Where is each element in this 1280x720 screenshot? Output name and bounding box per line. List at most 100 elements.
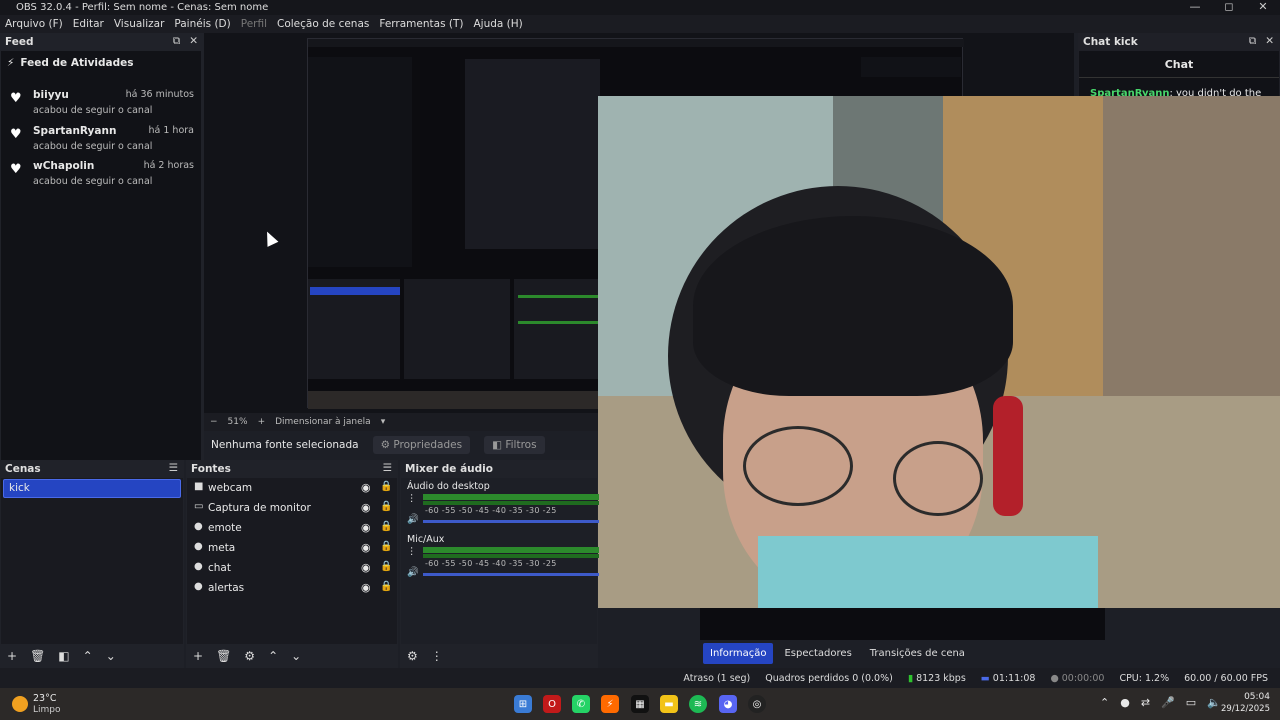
mixer-track-mic: Mic/Aux ⋮ -60 -55 -50 -45 -40 -35 -30 -2… (407, 534, 599, 578)
app-icon[interactable]: ⚡ (601, 695, 619, 713)
rec-time-value: 00:00:00 (1061, 672, 1105, 684)
obs-icon[interactable]: ◎ (748, 695, 766, 713)
weather-temp: 23°C (33, 693, 57, 704)
eye-icon[interactable]: ◉ (361, 501, 371, 514)
scene-item-kick[interactable]: kick (3, 479, 181, 498)
add-scene-button[interactable]: + (7, 649, 17, 663)
move-up-button[interactable]: ⌃ (83, 649, 93, 663)
speaker-icon[interactable]: 🔊 (407, 567, 419, 578)
more-icon[interactable]: ⋮ (431, 649, 443, 663)
add-source-button[interactable]: + (193, 649, 203, 663)
volume-meter (423, 554, 599, 558)
sources-dock: Fontes ☰ ■ webcam ◉ 🔒 ▭ Captura de monitor ◉ 🔒… (186, 460, 398, 668)
lock-icon[interactable]: 🔒 (380, 541, 392, 552)
volume-meter (423, 494, 599, 500)
source-item-monitor[interactable]: ▭ Captura de monitor ◉ 🔒 (194, 500, 394, 519)
eye-icon[interactable]: ◉ (361, 561, 371, 574)
scenes-dock: Cenas ☰ kick + 🗑 ◧ ⌃ ⌄ (0, 460, 184, 668)
menu-arquivo[interactable]: Arquivo (F) (0, 18, 68, 30)
chevron-up-icon[interactable]: ⌃ (1100, 696, 1109, 709)
menu-visualizar[interactable]: Visualizar (109, 18, 170, 30)
network-icon[interactable]: ⇄ (1141, 696, 1150, 709)
source-item-webcam[interactable]: ■ webcam ◉ 🔒 (194, 480, 394, 499)
zoom-in-button[interactable]: + (258, 417, 266, 427)
heart-icon: ♥ (10, 91, 22, 106)
display-icon[interactable]: ▭ (1186, 696, 1196, 709)
feed-heading: ⚡ Feed de Atividades (7, 57, 134, 69)
start-icon[interactable]: ⊞ (514, 695, 532, 713)
tab-informacao[interactable]: Informação (703, 642, 774, 664)
feed-time: há 36 minutos (125, 89, 194, 100)
menu-editar[interactable]: Editar (68, 18, 109, 30)
rec-icon: ● (1050, 672, 1062, 684)
zoom-out-button[interactable]: − (210, 417, 218, 427)
close-icon[interactable]: ✕ (189, 35, 198, 48)
float-icon[interactable]: ⧉ (1249, 35, 1257, 48)
trash-icon[interactable]: 🗑 (30, 649, 45, 663)
move-down-button[interactable]: ⌄ (106, 649, 116, 663)
menu-icon[interactable]: ☰ (169, 462, 178, 474)
volume-slider[interactable] (423, 520, 599, 523)
lock-icon[interactable]: 🔒 (380, 481, 392, 492)
meter-scale: -60 -55 -50 -45 -40 -35 -30 -25 (425, 506, 557, 515)
gear-icon[interactable]: ⚙ (244, 649, 255, 663)
chevron-down-icon[interactable]: ▾ (381, 417, 386, 427)
move-down-button[interactable]: ⌄ (291, 649, 301, 663)
opera-icon[interactable]: O (543, 695, 561, 713)
rec-time: ● 00:00:00 (1050, 673, 1104, 684)
mixer-settings-icon[interactable]: ⚙ (407, 649, 418, 663)
lock-icon[interactable]: 🔒 (380, 521, 392, 532)
lock-icon[interactable]: 🔒 (380, 501, 392, 512)
tab-espectadores[interactable]: Espectadores (777, 643, 858, 664)
whatsapp-icon[interactable]: ✆ (572, 695, 590, 713)
lock-icon[interactable]: 🔒 (380, 561, 392, 572)
eye-icon[interactable]: ◉ (361, 541, 371, 554)
clock-time[interactable]: 05:04 (1222, 692, 1270, 702)
discord-icon[interactable]: ◕ (719, 695, 737, 713)
speaker-icon[interactable]: 🔊 (407, 514, 419, 525)
volume-slider[interactable] (423, 573, 599, 576)
scene-filters-icon[interactable]: ◧ (58, 649, 69, 663)
source-item-emote[interactable]: ● emote ◉ 🔒 (194, 520, 394, 539)
folder-icon[interactable]: ▬ (660, 695, 678, 713)
properties-button[interactable]: ⚙ Propriedades (372, 436, 471, 454)
menu-paineis[interactable]: Painéis (D) (169, 18, 235, 30)
source-item-meta[interactable]: ● meta ◉ 🔒 (194, 540, 394, 559)
more-icon[interactable]: ⋮ (407, 546, 417, 557)
scenes-title: Cenas (5, 463, 41, 475)
clock-date[interactable]: 29/12/2025 (1212, 704, 1270, 714)
more-icon[interactable]: ⋮ (407, 493, 417, 504)
minimize-button[interactable]: — (1178, 0, 1212, 13)
feed-action: acabou de seguir o canal (33, 176, 153, 187)
maximize-button[interactable]: ◻ (1212, 0, 1246, 13)
trash-icon[interactable]: 🗑 (216, 649, 231, 663)
taskbar: 23°C Limpo ⊞ O ✆ ⚡ ▦ ▬ ≋ ◕ ◎ ⌃ ● ⇄ 🎤 ▭ 🔈… (0, 688, 1280, 720)
mixer-title: Mixer de áudio (405, 463, 493, 475)
menu-colecao[interactable]: Coleção de cenas (272, 18, 374, 30)
eye-icon[interactable]: ◉ (361, 481, 371, 494)
source-item-chat[interactable]: ● chat ◉ 🔒 (194, 560, 394, 579)
close-button[interactable]: ✕ (1246, 0, 1280, 13)
mic-icon[interactable]: 🎤 (1161, 696, 1175, 709)
lock-icon[interactable]: 🔒 (380, 581, 392, 592)
live-time: ▬ 01:11:08 (981, 673, 1036, 684)
app-icon[interactable]: ▦ (631, 695, 649, 713)
eye-icon[interactable]: ◉ (361, 521, 371, 534)
eye-icon[interactable]: ◉ (361, 581, 371, 594)
status-bar: Atraso (1 seg) Quadros perdidos 0 (0.0%)… (0, 668, 1280, 688)
spotify-icon[interactable]: ≋ (689, 695, 707, 713)
menu-ajuda[interactable]: Ajuda (H) (468, 18, 527, 30)
delay-status: Atraso (1 seg) (683, 672, 751, 684)
title-bar: OBS 32.0.4 - Perfil: Sem nome - Cenas: S… (0, 0, 1280, 15)
source-item-alertas[interactable]: ● alertas ◉ 🔒 (194, 580, 394, 599)
menu-icon[interactable]: ☰ (383, 462, 392, 474)
float-icon[interactable]: ⧉ (173, 35, 181, 48)
close-icon[interactable]: ✕ (1265, 35, 1274, 48)
filters-button[interactable]: ◧ Filtros (484, 436, 545, 454)
menu-ferramentas[interactable]: Ferramentas (T) (374, 18, 468, 30)
resize-to-window-button[interactable]: Dimensionar à janela (275, 417, 371, 427)
tray-app-icon[interactable]: ● (1120, 696, 1130, 709)
move-up-button[interactable]: ⌃ (268, 649, 278, 663)
feed-user: biiyyu (33, 89, 69, 101)
tab-transicoes[interactable]: Transições de cena (863, 643, 972, 664)
